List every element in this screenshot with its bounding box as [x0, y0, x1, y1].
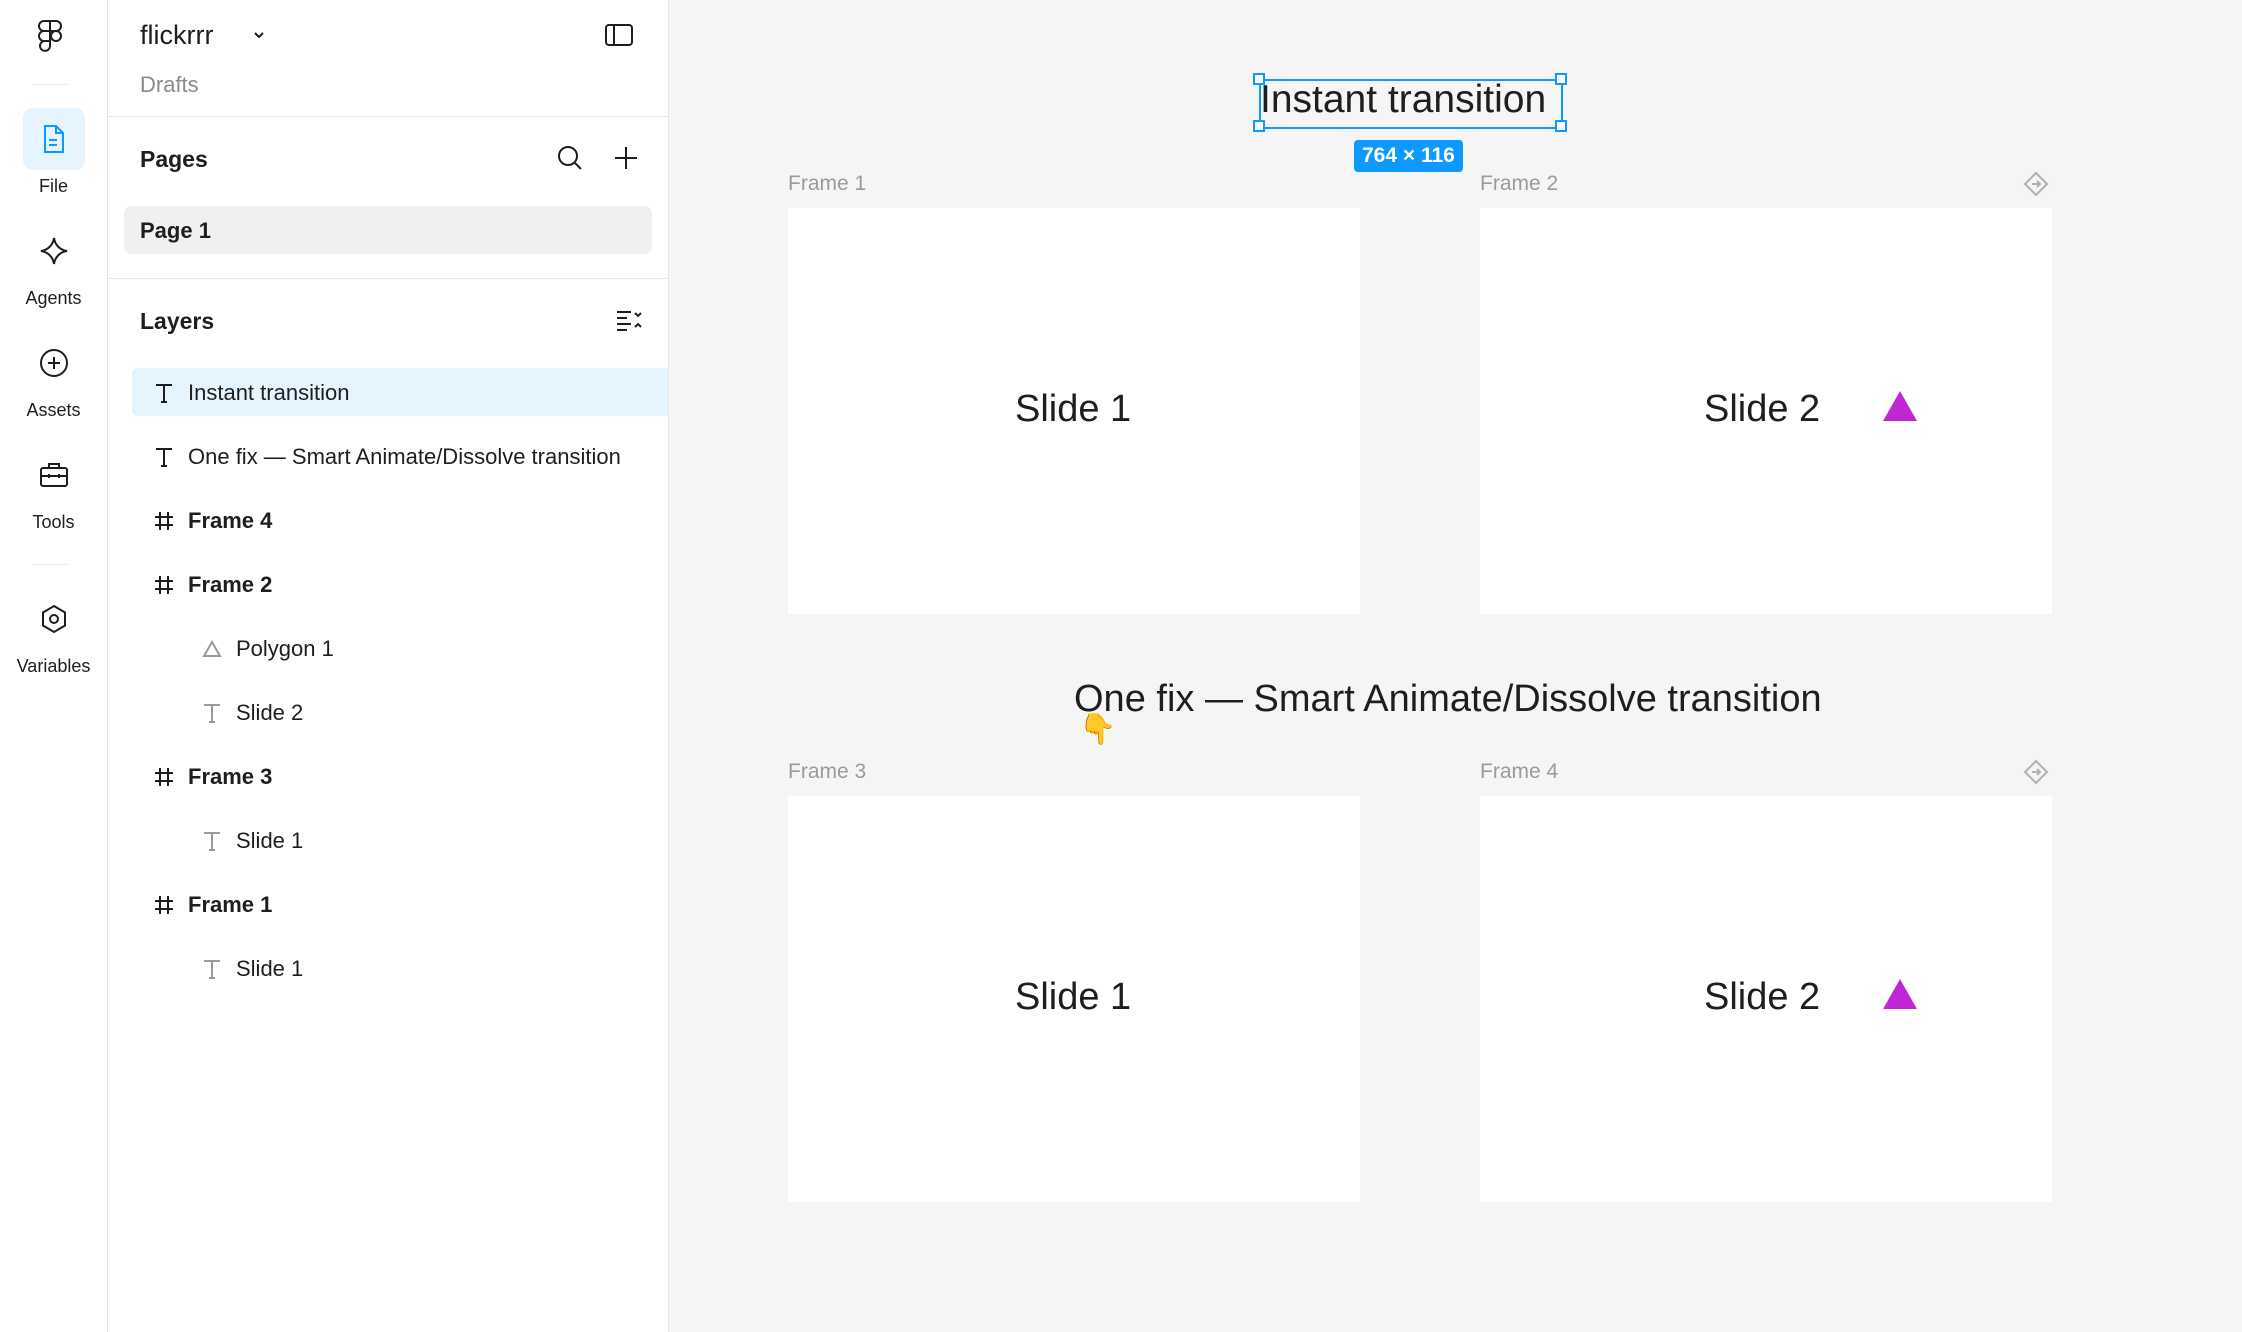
divider	[108, 278, 668, 279]
text-layer-icon	[204, 832, 220, 851]
resize-handle[interactable]	[1555, 73, 1567, 85]
toolbox-icon	[23, 444, 85, 506]
layers-title: Layers	[140, 308, 215, 334]
frame-icon	[155, 576, 173, 594]
layer-row-slide-2[interactable]: Slide 2	[132, 688, 668, 736]
search-icon[interactable]	[556, 144, 584, 172]
polygon-shape[interactable]	[1882, 978, 1918, 1010]
slide-text[interactable]: Slide 2	[1704, 976, 1820, 1019]
layer-row-slide-1[interactable]: Slide 1	[132, 816, 668, 864]
frame-icon	[155, 768, 173, 786]
polygon-shape[interactable]	[1882, 390, 1918, 422]
divider	[108, 116, 668, 117]
polygon-icon	[202, 639, 222, 657]
layers-panel: flickrrr Drafts Pages Page 1 Layers Inst…	[108, 0, 669, 1332]
chevron-down-icon[interactable]	[250, 26, 268, 44]
pages-title: Pages	[140, 146, 208, 172]
page-item-label: Page 1	[140, 218, 211, 243]
slide-text[interactable]: Slide 2	[1704, 388, 1820, 431]
frame-3[interactable]: Slide 1	[788, 796, 1360, 1202]
slide-text[interactable]: Slide 1	[1015, 976, 1131, 1019]
one-fix-text[interactable]: One fix — Smart Animate/Dissolve transit…	[1074, 678, 1822, 721]
layer-label: Instant transition	[188, 380, 350, 405]
rail-item-variables[interactable]: Variables	[0, 588, 107, 677]
pointer-cursor: 👇	[1079, 713, 1117, 746]
selection-box	[1259, 79, 1563, 129]
rail-label-variables: Variables	[16, 656, 91, 676]
text-layer-icon	[156, 384, 172, 403]
rail-item-agents[interactable]: Agents	[0, 220, 107, 309]
frame-1[interactable]: Slide 1	[788, 208, 1360, 614]
frame-label[interactable]: Frame 3	[788, 760, 866, 784]
layer-label: Frame 2	[188, 572, 273, 597]
rail-item-tools[interactable]: Tools	[0, 444, 107, 533]
figma-logo-icon[interactable]	[33, 18, 67, 56]
layer-label: Frame 3	[188, 764, 273, 789]
layer-row-polygon-1[interactable]: Polygon 1	[132, 624, 668, 672]
rail-label-agents: Agents	[25, 288, 82, 308]
layer-label: Polygon 1	[236, 636, 334, 661]
frame-4[interactable]: Slide 2	[1480, 796, 2052, 1202]
layer-row-frame-1[interactable]: Frame 1	[132, 880, 668, 928]
layer-row-frame-3[interactable]: Frame 3	[132, 752, 668, 800]
selection-size-badge: 764 × 116	[1354, 140, 1463, 172]
layer-options-icon[interactable]	[614, 306, 644, 334]
file-location[interactable]: Drafts	[140, 72, 199, 98]
frame-icon	[155, 512, 173, 530]
prototype-flow-icon[interactable]	[2022, 170, 2050, 198]
rail-item-file[interactable]: File	[0, 108, 107, 197]
hexagon-icon	[23, 588, 85, 650]
layer-label: Slide 2	[236, 700, 304, 725]
canvas[interactable]: Instant transition 764 × 116 Frame 1 Sli…	[669, 0, 2242, 1332]
layer-label: One fix — Smart Animate/Dissolve transit…	[188, 444, 621, 469]
frame-label[interactable]: Frame 4	[1480, 760, 1558, 784]
layer-label: Slide 1	[236, 828, 304, 853]
frame-2[interactable]: Slide 2	[1480, 208, 2052, 614]
text-layer-icon	[204, 704, 220, 723]
sparkle-icon	[23, 220, 85, 282]
plus-circle-icon	[23, 332, 85, 394]
file-name[interactable]: flickrrr	[140, 20, 213, 51]
layer-row-instant-transition[interactable]: Instant transition	[132, 368, 668, 416]
frame-label[interactable]: Frame 1	[788, 172, 866, 196]
resize-handle[interactable]	[1555, 120, 1567, 132]
add-page-icon[interactable]	[612, 144, 640, 172]
frame-label[interactable]: Frame 2	[1480, 172, 1558, 196]
layer-row-one-fix[interactable]: One fix — Smart Animate/Dissolve transit…	[132, 432, 668, 480]
rail-divider	[33, 564, 67, 565]
layer-row-slide-1[interactable]: Slide 1	[132, 944, 668, 992]
layer-label: Frame 1	[188, 892, 273, 917]
layer-row-frame-4[interactable]: Frame 4	[132, 496, 668, 544]
prototype-flow-icon[interactable]	[2022, 758, 2050, 786]
layer-label: Slide 1	[236, 956, 304, 981]
file-icon	[22, 108, 85, 170]
rail-item-assets[interactable]: Assets	[0, 332, 107, 421]
rail-label-file: File	[38, 176, 68, 196]
icon-rail: File Agents Assets Tools Variables	[0, 0, 108, 1332]
rail-label-assets: Assets	[26, 400, 81, 420]
text-layer-icon	[204, 960, 220, 979]
layer-label: Frame 4	[188, 508, 273, 533]
frame-icon	[155, 896, 173, 914]
slide-text[interactable]: Slide 1	[1015, 388, 1131, 431]
resize-handle[interactable]	[1253, 73, 1265, 85]
sidebar-toggle-icon[interactable]	[604, 22, 634, 48]
text-layer-icon	[156, 448, 172, 467]
page-item[interactable]: Page 1	[124, 206, 652, 254]
rail-label-tools: Tools	[32, 512, 75, 532]
resize-handle[interactable]	[1253, 120, 1265, 132]
rail-divider	[33, 84, 67, 85]
layer-row-frame-2[interactable]: Frame 2	[132, 560, 668, 608]
